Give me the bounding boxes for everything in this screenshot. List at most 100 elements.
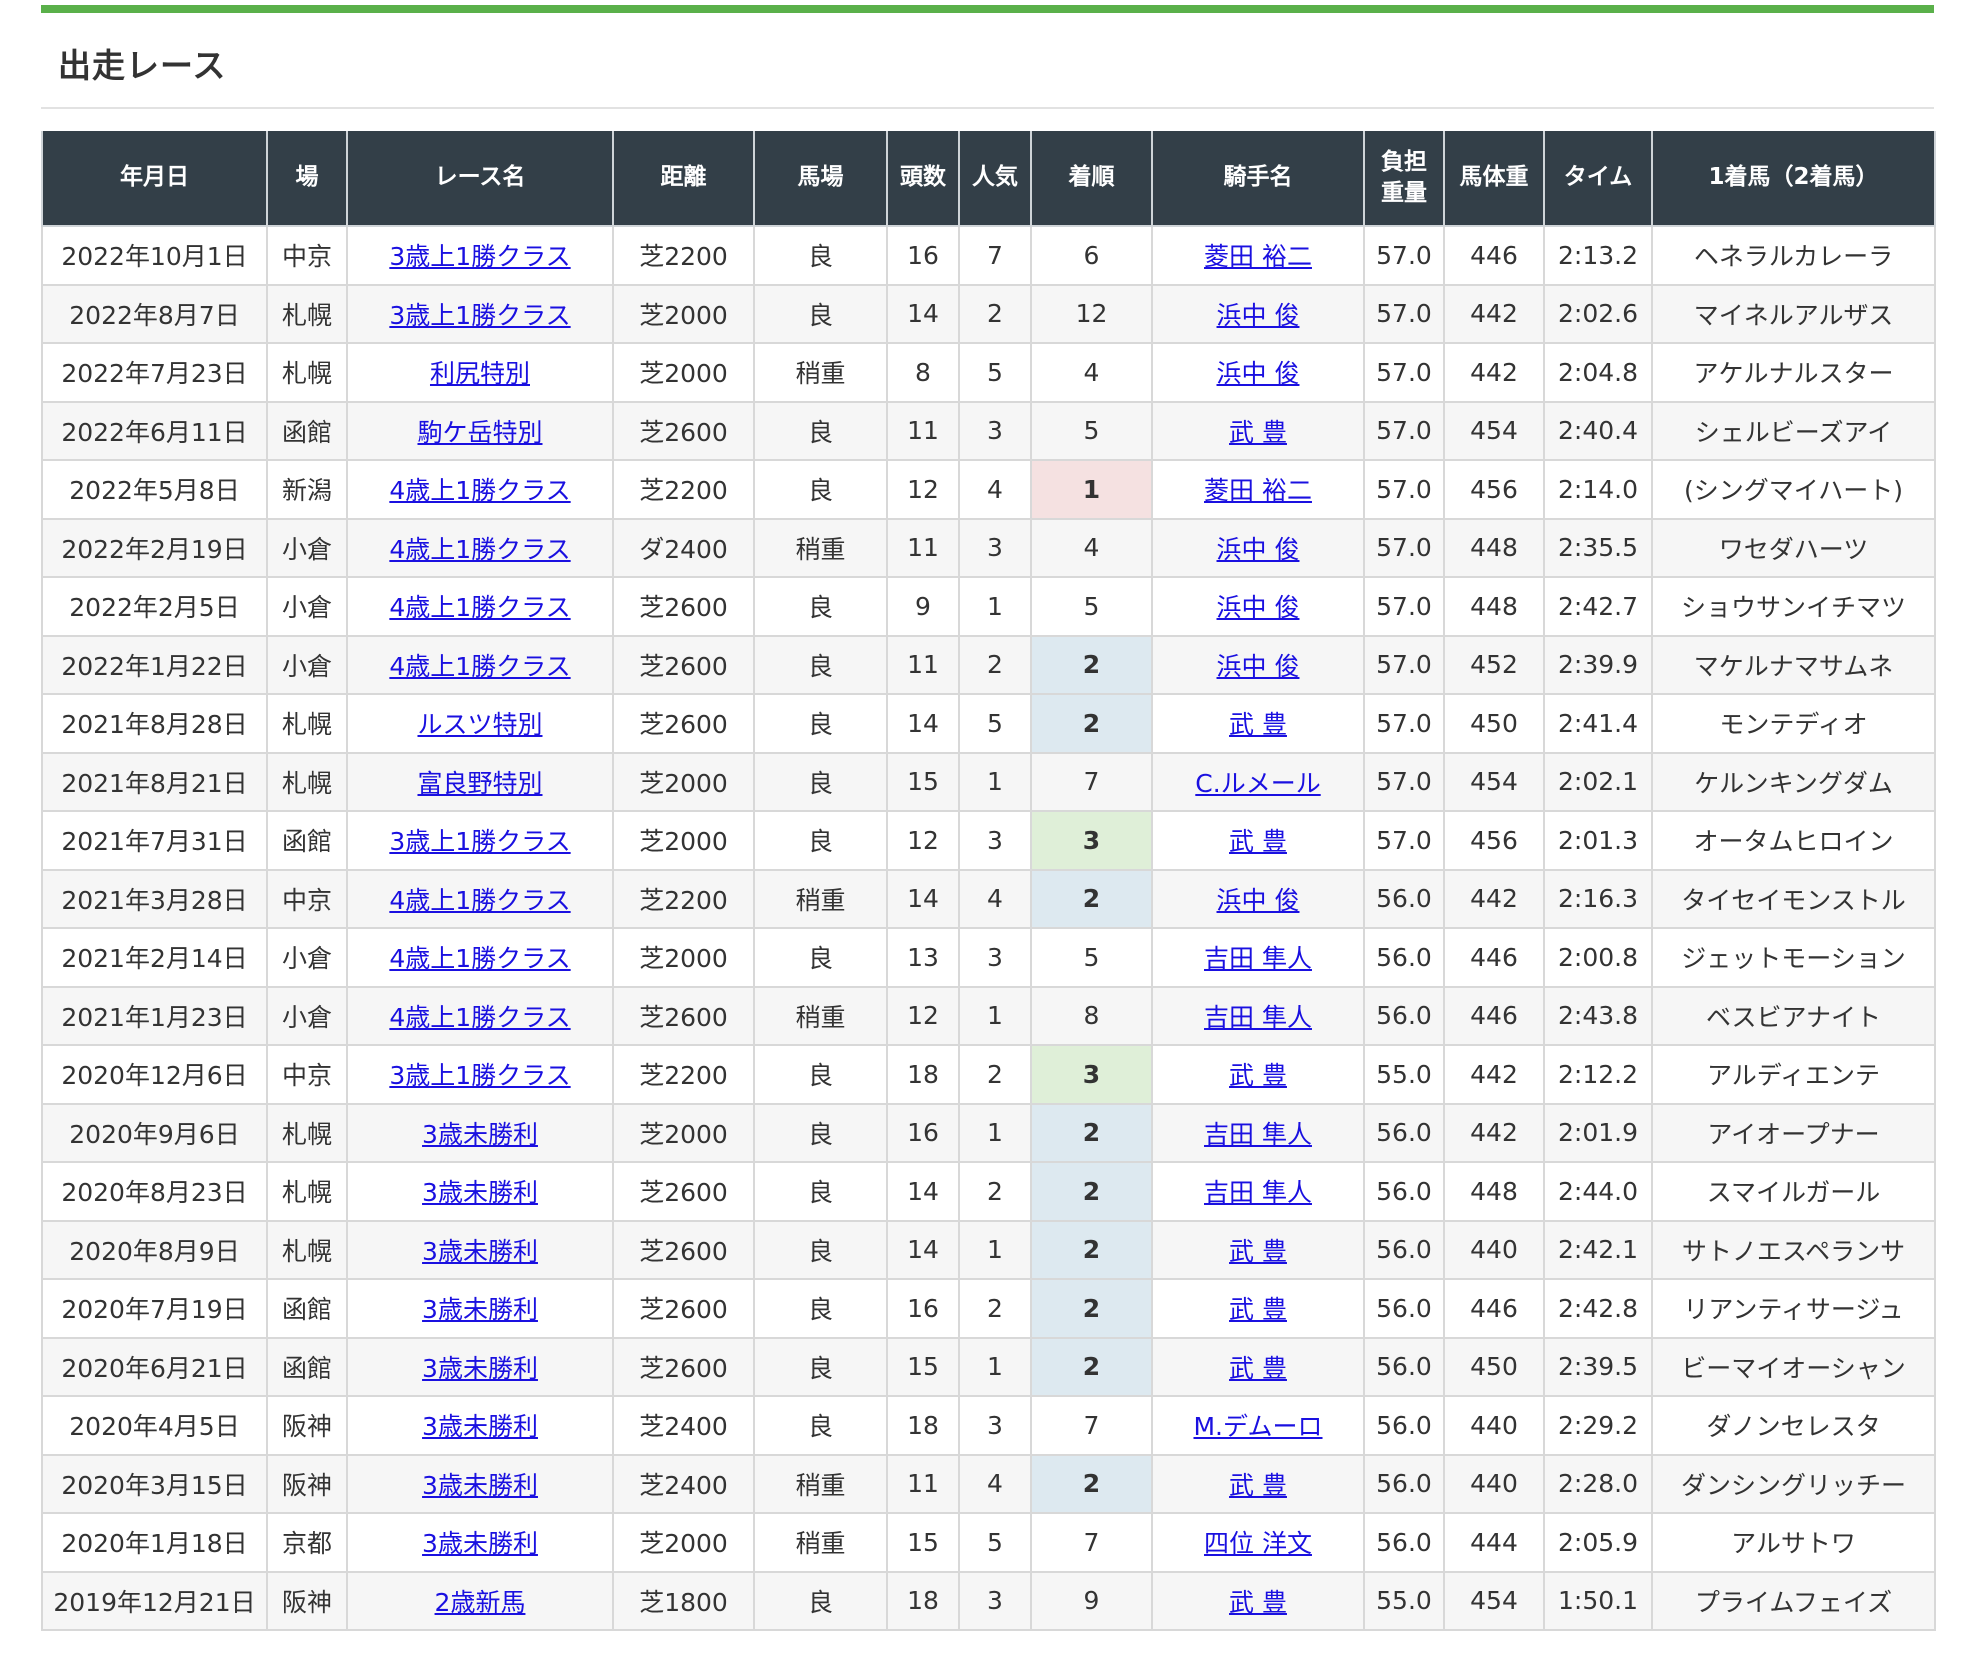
cell-body-weight: 446	[1443, 225, 1545, 286]
cell-date: 2021年7月31日	[41, 810, 268, 871]
jockey-name-link[interactable]: 浜中 俊	[1217, 535, 1300, 564]
cell-jockey: 浜中 俊	[1151, 283, 1365, 344]
cell-time: 2:43.8	[1543, 985, 1653, 1046]
cell-venue: 札幌	[266, 751, 348, 812]
cell-track-condition: 良	[753, 1161, 888, 1222]
jockey-name-link[interactable]: 武 豊	[1229, 710, 1287, 739]
cell-time: 2:39.5	[1543, 1336, 1653, 1397]
jockey-name-link[interactable]: 武 豊	[1229, 1295, 1287, 1324]
cell-race: 3歳上1勝クラス	[346, 225, 614, 286]
jockey-name-link[interactable]: 浜中 俊	[1217, 593, 1300, 622]
cell-race: 3歳未勝利	[346, 1278, 614, 1339]
cell-venue: 札幌	[266, 1161, 348, 1222]
race-name-link[interactable]: 4歳上1勝クラス	[389, 593, 570, 622]
cell-winner: リアンティサージュ	[1651, 1278, 1936, 1339]
race-name-link[interactable]: 利尻特別	[430, 359, 530, 388]
race-name-link[interactable]: 3歳未勝利	[422, 1471, 538, 1500]
cell-race: 3歳未勝利	[346, 1453, 614, 1514]
jockey-name-link[interactable]: 武 豊	[1229, 418, 1287, 447]
race-name-link[interactable]: 2歳新馬	[435, 1588, 526, 1617]
table-row: 2020年7月19日 函館 3歳未勝利 芝2600 良 16 2 2 武 豊 56.0 446 2:4…	[41, 1278, 1936, 1339]
race-name-link[interactable]: 4歳上1勝クラス	[389, 944, 570, 973]
jockey-name-link[interactable]: 武 豊	[1229, 1471, 1287, 1500]
jockey-name-link[interactable]: 菱田 裕二	[1204, 242, 1312, 271]
jockey-name-link[interactable]: 吉田 隼人	[1204, 1178, 1312, 1207]
cell-date: 2022年5月8日	[41, 459, 268, 520]
jockey-name-link[interactable]: 吉田 隼人	[1204, 944, 1312, 973]
table-row: 2021年7月31日 函館 3歳上1勝クラス 芝2000 良 12 3 3 武 豊 57.0 456…	[41, 810, 1936, 871]
cell-carried-weight: 56.0	[1363, 1512, 1445, 1573]
race-name-link[interactable]: 3歳未勝利	[422, 1412, 538, 1441]
jockey-name-link[interactable]: 武 豊	[1229, 1237, 1287, 1266]
cell-venue: 函館	[266, 400, 348, 461]
cell-finish-position: 2	[1030, 1161, 1153, 1222]
cell-carried-weight: 57.0	[1363, 810, 1445, 871]
race-name-link[interactable]: 富良野特別	[417, 769, 542, 798]
cell-popularity: 3	[958, 517, 1032, 578]
race-name-link[interactable]: 3歳未勝利	[422, 1529, 538, 1558]
jockey-name-link[interactable]: 吉田 隼人	[1204, 1003, 1312, 1032]
header-winner: 1着馬（2着馬）	[1651, 131, 1936, 227]
table-header: 年月日 場 レース名 距離 馬場 頭数 人気 着順 騎手名 負担 重量 馬体重 タ…	[41, 131, 1936, 227]
race-name-link[interactable]: 4歳上1勝クラス	[389, 476, 570, 505]
race-name-link[interactable]: 4歳上1勝クラス	[389, 1003, 570, 1032]
race-name-link[interactable]: 3歳上1勝クラス	[389, 242, 570, 271]
cell-date: 2020年8月23日	[41, 1161, 268, 1222]
race-name-link[interactable]: 4歳上1勝クラス	[389, 886, 570, 915]
jockey-name-link[interactable]: 武 豊	[1229, 1354, 1287, 1383]
cell-time: 2:44.0	[1543, 1161, 1653, 1222]
cell-carried-weight: 57.0	[1363, 576, 1445, 637]
race-name-link[interactable]: 3歳上1勝クラス	[389, 301, 570, 330]
jockey-name-link[interactable]: 武 豊	[1229, 1588, 1287, 1617]
jockey-name-link[interactable]: C.ルメール	[1195, 769, 1320, 798]
cell-time: 2:04.8	[1543, 342, 1653, 403]
race-name-link[interactable]: 3歳上1勝クラス	[389, 1061, 570, 1090]
section-accent-bar	[41, 5, 1934, 13]
race-name-link[interactable]: 3歳未勝利	[422, 1354, 538, 1383]
cell-venue: 中京	[266, 1044, 348, 1105]
jockey-name-link[interactable]: 四位 洋文	[1204, 1529, 1312, 1558]
race-name-link[interactable]: 3歳未勝利	[422, 1120, 538, 1149]
jockey-name-link[interactable]: M.デムーロ	[1193, 1412, 1322, 1441]
cell-popularity: 3	[958, 1395, 1032, 1456]
cell-race: 3歳上1勝クラス	[346, 283, 614, 344]
cell-track-condition: 稍重	[753, 1453, 888, 1514]
header-weight-line1: 負担	[1381, 148, 1427, 175]
jockey-name-link[interactable]: 浜中 俊	[1217, 886, 1300, 915]
jockey-name-link[interactable]: 吉田 隼人	[1204, 1120, 1312, 1149]
jockey-name-link[interactable]: 浜中 俊	[1217, 301, 1300, 330]
cell-body-weight: 442	[1443, 868, 1545, 929]
cell-finish-position: 3	[1030, 1044, 1153, 1105]
race-name-link[interactable]: 3歳未勝利	[422, 1178, 538, 1207]
cell-venue: 札幌	[266, 1219, 348, 1280]
cell-race: 2歳新馬	[346, 1570, 614, 1631]
cell-winner: ダノンセレスタ	[1651, 1395, 1936, 1456]
cell-date: 2021年2月14日	[41, 927, 268, 988]
race-name-link[interactable]: 4歳上1勝クラス	[389, 652, 570, 681]
jockey-name-link[interactable]: 武 豊	[1229, 827, 1287, 856]
cell-winner: サトノエスペランサ	[1651, 1219, 1936, 1280]
race-name-link[interactable]: 3歳未勝利	[422, 1295, 538, 1324]
cell-track-condition: 良	[753, 751, 888, 812]
jockey-name-link[interactable]: 武 豊	[1229, 1061, 1287, 1090]
race-name-link[interactable]: 3歳未勝利	[422, 1237, 538, 1266]
cell-winner: アイオープナー	[1651, 1102, 1936, 1163]
cell-finish-position: 2	[1030, 1278, 1153, 1339]
cell-finish-position: 2	[1030, 1219, 1153, 1280]
cell-carried-weight: 56.0	[1363, 1161, 1445, 1222]
race-name-link[interactable]: 4歳上1勝クラス	[389, 535, 570, 564]
jockey-name-link[interactable]: 浜中 俊	[1217, 359, 1300, 388]
header-finish: 着順	[1030, 131, 1153, 227]
jockey-name-link[interactable]: 菱田 裕二	[1204, 476, 1312, 505]
cell-body-weight: 454	[1443, 400, 1545, 461]
cell-popularity: 5	[958, 693, 1032, 754]
table-row: 2020年3月15日 阪神 3歳未勝利 芝2400 稍重 11 4 2 武 豊 56.0 440 2:…	[41, 1453, 1936, 1514]
cell-track-condition: 良	[753, 1219, 888, 1280]
cell-winner: ジェットモーション	[1651, 927, 1936, 988]
jockey-name-link[interactable]: 浜中 俊	[1217, 652, 1300, 681]
cell-field-size: 16	[886, 225, 960, 286]
race-name-link[interactable]: 3歳上1勝クラス	[389, 827, 570, 856]
race-name-link[interactable]: ルスツ特別	[417, 710, 542, 739]
race-name-link[interactable]: 駒ケ岳特別	[417, 418, 542, 447]
cell-distance: 芝2000	[612, 1102, 755, 1163]
